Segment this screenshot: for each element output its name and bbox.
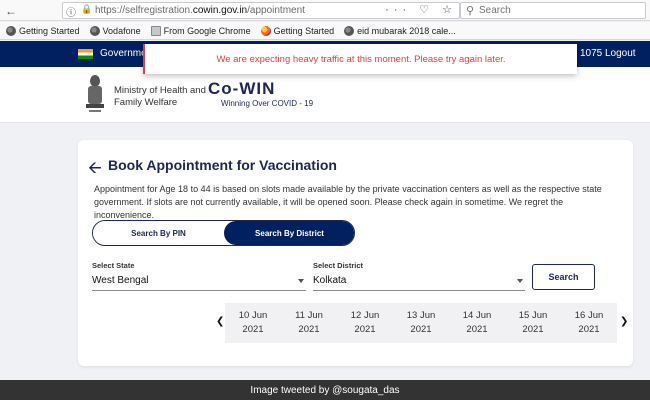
brand-header: Ministry of Health and Family Welfare Co… (0, 67, 650, 123)
ministry-name: Ministry of Health and Family Welfare (114, 85, 206, 108)
booking-description: Appointment for Age 18 to 44 is based on… (94, 184, 602, 220)
bookmarks-bar: Getting Started Vodafone From Google Chr… (0, 22, 650, 40)
date-cell[interactable]: 12 Jun 2021 (337, 303, 393, 343)
india-flag-icon (78, 49, 93, 59)
tab-search-by-district[interactable]: Search By District (224, 221, 354, 245)
date-cell[interactable]: 15 Jun 2021 (505, 303, 561, 343)
site-info-icon[interactable]: ⓘ (66, 4, 76, 19)
bookmark-item[interactable]: eid mubarak 2018 cale... (344, 25, 456, 36)
firefox-icon (260, 25, 271, 36)
image-credit: Image tweeted by @sougata_das (0, 380, 650, 400)
district-value: Kolkata (313, 275, 347, 286)
national-emblem-icon (86, 75, 104, 112)
bookmark-folder[interactable]: From Google Chrome (150, 25, 251, 36)
bookmark-item[interactable]: Getting Started (6, 25, 80, 36)
search-button[interactable]: Search (532, 264, 595, 290)
globe-icon (344, 25, 355, 36)
date-cell[interactable]: 13 Jun 2021 (393, 303, 449, 343)
alert-message: We are expecting heavy traffic at this m… (216, 53, 506, 65)
cowin-logo[interactable]: Co-WIN (208, 79, 275, 99)
district-label: Select District (313, 261, 364, 270)
state-select[interactable]: West Bengal (92, 273, 306, 291)
caret-down-icon (517, 279, 523, 283)
lock-icon: 🔒 (81, 4, 93, 14)
user-number: 1075 (580, 48, 603, 59)
search-mode-toggle: Search By PIN Search By District (92, 220, 355, 246)
state-label: Select State (92, 261, 135, 270)
bookmark-item[interactable]: Vodafone (89, 25, 141, 36)
page-title: Book Appointment for Vaccination (108, 157, 337, 173)
browser-search-field[interactable]: ⚲ (460, 2, 646, 19)
bookmark-item[interactable]: Getting Started (260, 25, 334, 36)
browser-toolbar: ← ⓘ 🔒 https://selfregistration.cowin.gov… (0, 0, 650, 21)
cowin-tagline: Winning Over COVID - 19 (221, 99, 314, 108)
state-value: West Bengal (92, 275, 149, 286)
date-cell[interactable]: 11 Jun 2021 (281, 303, 337, 343)
globe-icon (6, 25, 16, 36)
date-strip: 10 Jun 2021 11 Jun 2021 12 Jun 2021 13 Jun 2… (225, 303, 617, 343)
date-cell[interactable]: 14 Jun 2021 (449, 303, 505, 343)
date-cell[interactable]: 10 Jun 2021 (225, 303, 281, 343)
search-icon: ⚲ (466, 5, 475, 17)
prev-dates-icon[interactable]: ❮ (216, 316, 224, 327)
folder-icon (150, 25, 161, 36)
back-arrow-icon[interactable]: 🡨 (88, 155, 102, 184)
logout-link[interactable]: Logout (605, 48, 636, 59)
url-text[interactable]: https://selfregistration.cowin.gov.in/ap… (95, 5, 305, 16)
back-arrow-icon[interactable]: ← (0, 3, 22, 19)
date-cell[interactable]: 16 Jun 2021 (561, 303, 617, 343)
booking-card: 🡨 Book Appointment for Vaccination Appoi… (78, 140, 633, 366)
next-dates-icon[interactable]: ❯ (620, 316, 628, 327)
traffic-alert: We are expecting heavy traffic at this m… (143, 44, 577, 74)
url-bar[interactable]: ⓘ 🔒 https://selfregistration.cowin.gov.i… (62, 2, 460, 19)
tab-search-by-pin[interactable]: Search By PIN (93, 221, 224, 245)
page-actions-icons[interactable]: ··· ♡ ☆ (385, 3, 457, 16)
globe-icon (89, 25, 100, 36)
district-select[interactable]: Kolkata (313, 273, 525, 291)
caret-down-icon (298, 279, 304, 283)
browser-search-input[interactable] (479, 4, 639, 17)
